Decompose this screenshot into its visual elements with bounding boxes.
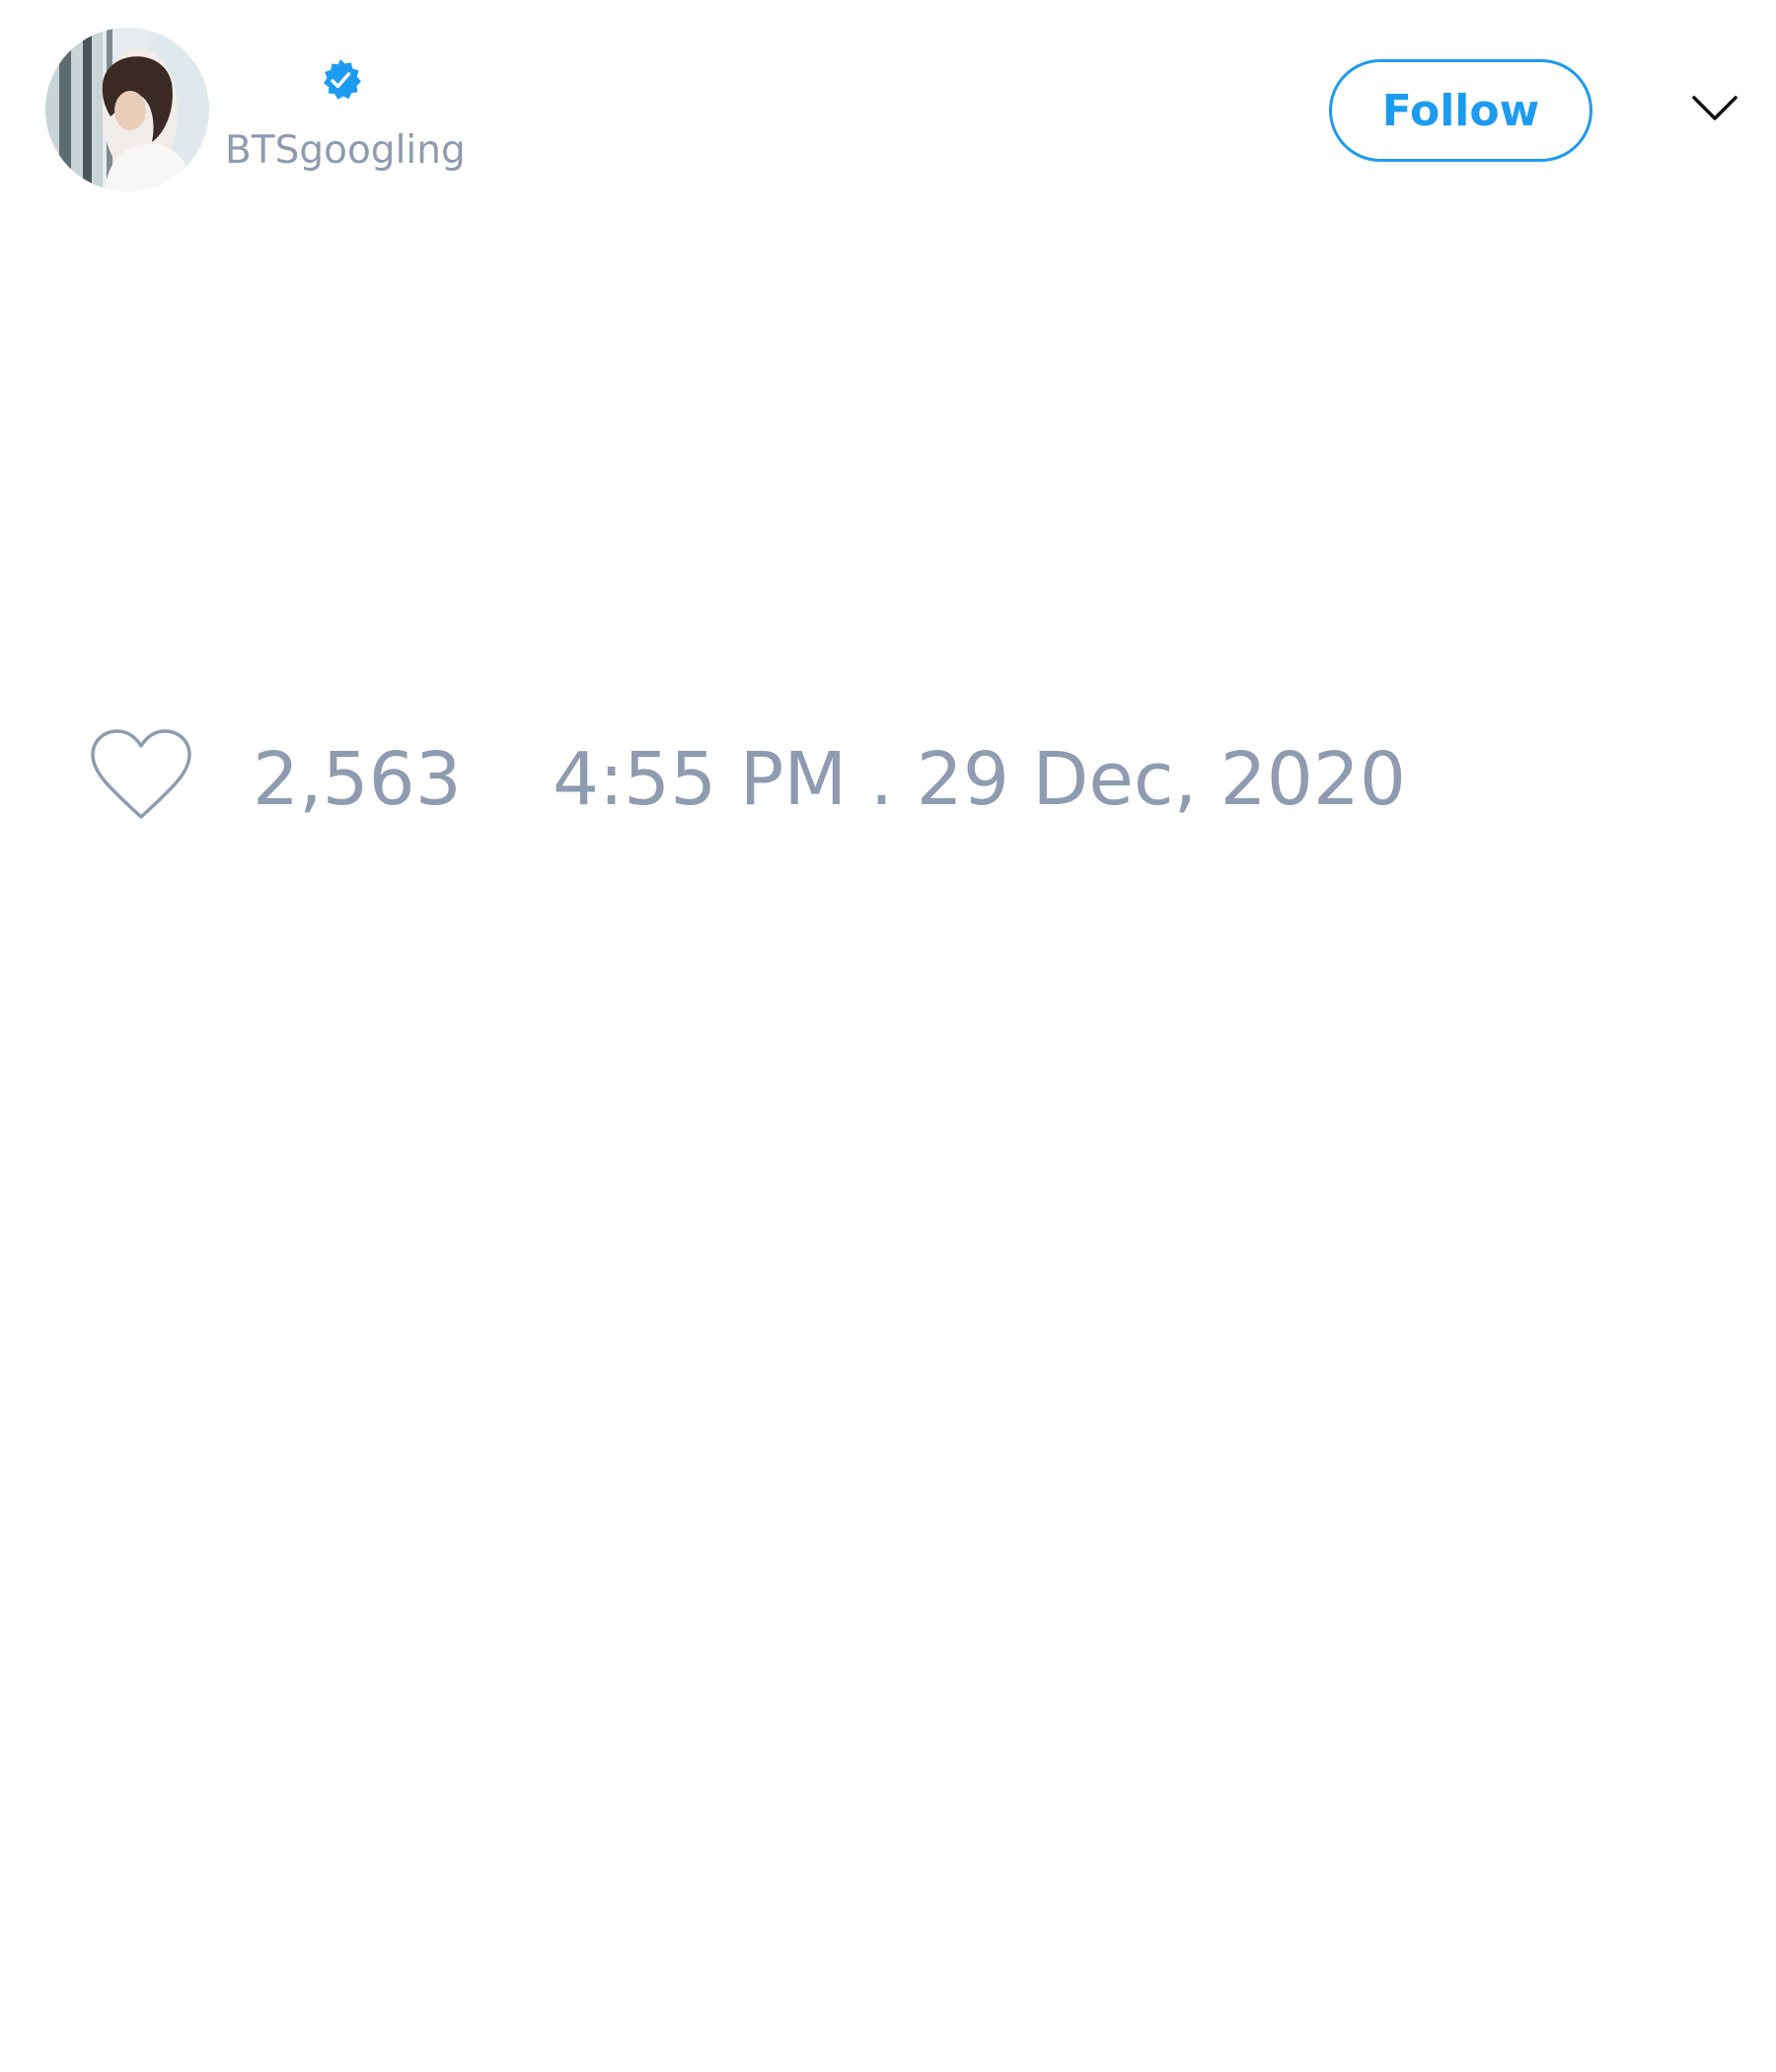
tweet-stats: 2,563 4:55 PM . 29 Dec, 2020 bbox=[89, 728, 1519, 827]
avatar-image bbox=[45, 28, 209, 191]
author-handle[interactable]: BTSgoogling bbox=[225, 128, 466, 174]
tweet-timestamp[interactable]: 4:55 PM . 29 Dec, 2020 bbox=[553, 738, 1406, 821]
author-avatar[interactable] bbox=[45, 28, 209, 191]
like-count[interactable]: 2,563 bbox=[253, 738, 462, 821]
chevron-down-icon[interactable] bbox=[1690, 94, 1739, 123]
follow-button[interactable]: Follow bbox=[1329, 59, 1592, 162]
verified-badge-icon bbox=[324, 59, 361, 100]
heart-outline-icon[interactable] bbox=[89, 728, 193, 823]
